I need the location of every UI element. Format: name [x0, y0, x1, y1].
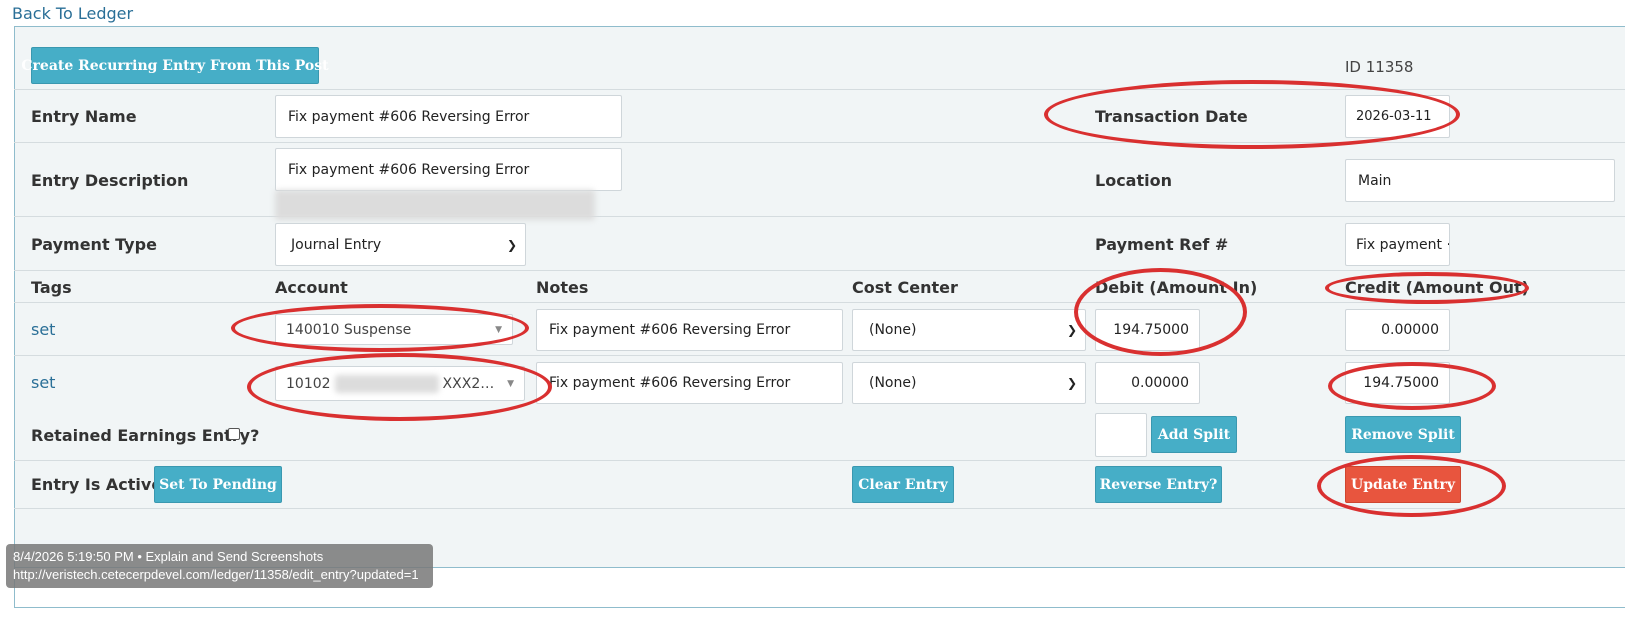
line-2-account-select[interactable]: 10102 XXX2… ▼	[275, 366, 525, 401]
chevron-down-icon: ❯	[1066, 376, 1077, 390]
create-recurring-entry-button[interactable]: Create Recurring Entry From This Post	[21, 47, 329, 84]
line-1-notes-input[interactable]: Fix payment #606 Reversing Error	[536, 309, 843, 351]
row-divider	[14, 460, 1625, 461]
line-1-credit-input[interactable]: 0.00000	[1345, 309, 1450, 351]
clear-entry-button[interactable]: Clear Entry	[852, 466, 954, 503]
column-header-debit: Debit (Amount In)	[1095, 278, 1258, 297]
line-2-cost-center-select[interactable]: (None) ❯	[852, 362, 1086, 404]
retained-earnings-label: Retained Earnings Entry?	[31, 426, 260, 445]
row-divider	[14, 89, 1625, 90]
row-divider	[14, 270, 1625, 271]
transaction-date-input[interactable]: 2026-03-11	[1345, 95, 1450, 138]
line-1-tags-set-link[interactable]: set	[31, 320, 55, 339]
split-count-input[interactable]	[1095, 413, 1147, 457]
remove-split-button[interactable]: Remove Split	[1345, 416, 1461, 453]
payment-ref-input[interactable]: Fix payment ·	[1345, 223, 1450, 266]
line-1-cost-center-select[interactable]: (None) ❯	[852, 309, 1086, 351]
line-2-cost-center-value: (None)	[869, 375, 917, 391]
row-divider	[14, 302, 1625, 303]
row-divider	[14, 216, 1625, 217]
entry-description-input[interactable]: Fix payment #606 Reversing Error	[275, 148, 622, 191]
redacted-region	[334, 374, 439, 393]
tooltip-timestamp: 8/4/2026 5:19:50 PM • Explain and Send S…	[13, 549, 324, 564]
set-to-pending-button[interactable]: Set To Pending	[154, 466, 282, 503]
update-entry-button[interactable]: Update Entry	[1345, 466, 1461, 503]
line-1-account-select[interactable]: 140010 Suspense ▼	[275, 314, 513, 345]
line-2-notes-input[interactable]: Fix payment #606 Reversing Error	[536, 362, 843, 404]
redacted-region	[275, 190, 595, 220]
line-1-cost-center-value: (None)	[869, 322, 917, 338]
screenshot-info-tooltip: 8/4/2026 5:19:50 PM • Explain and Send S…	[6, 544, 433, 588]
transaction-date-label: Transaction Date	[1095, 107, 1248, 126]
line-2-credit-input[interactable]: 194.75000	[1345, 362, 1450, 404]
column-header-notes: Notes	[536, 278, 589, 297]
column-header-tags: Tags	[31, 278, 72, 297]
add-split-button[interactable]: Add Split	[1151, 416, 1237, 453]
payment-type-select[interactable]: Journal Entry ❯	[275, 223, 526, 266]
entry-name-input[interactable]: Fix payment #606 Reversing Error	[275, 95, 622, 138]
caret-down-icon: ▼	[507, 378, 514, 389]
payment-type-label: Payment Type	[31, 235, 157, 254]
reverse-entry-button[interactable]: Reverse Entry?	[1095, 466, 1222, 503]
line-1-debit-input[interactable]: 194.75000	[1095, 309, 1200, 351]
line-2-account-suffix: XXX2…	[442, 375, 495, 392]
retained-earnings-checkbox[interactable]	[228, 428, 240, 440]
line-2-account-prefix: 10102	[286, 375, 331, 392]
line-2-tags-set-link[interactable]: set	[31, 373, 55, 392]
line-2-debit-input[interactable]: 0.00000	[1095, 362, 1200, 404]
entry-description-label: Entry Description	[31, 171, 189, 190]
line-1-account-value: 140010 Suspense	[286, 321, 412, 338]
row-divider	[14, 142, 1625, 143]
chevron-down-icon: ❯	[506, 237, 517, 252]
entry-id-label: ID 11358	[1345, 58, 1414, 76]
column-header-cost-center: Cost Center	[852, 278, 958, 297]
tooltip-url: http://veristech.cetecerpdevel.com/ledge…	[13, 567, 419, 582]
row-divider	[14, 508, 1625, 509]
location-label: Location	[1095, 171, 1172, 190]
payment-type-value: Journal Entry	[291, 236, 382, 253]
entry-status-label: Entry Is Active	[31, 475, 163, 494]
column-header-credit: Credit (Amount Out)	[1345, 278, 1529, 297]
entry-name-label: Entry Name	[31, 107, 137, 126]
payment-ref-label: Payment Ref #	[1095, 235, 1229, 254]
location-input[interactable]: Main	[1345, 159, 1615, 202]
caret-down-icon: ▼	[495, 324, 502, 335]
row-divider	[14, 355, 1625, 356]
column-header-account: Account	[275, 278, 348, 297]
back-to-ledger-link[interactable]: Back To Ledger	[12, 4, 133, 23]
chevron-down-icon: ❯	[1066, 323, 1077, 337]
